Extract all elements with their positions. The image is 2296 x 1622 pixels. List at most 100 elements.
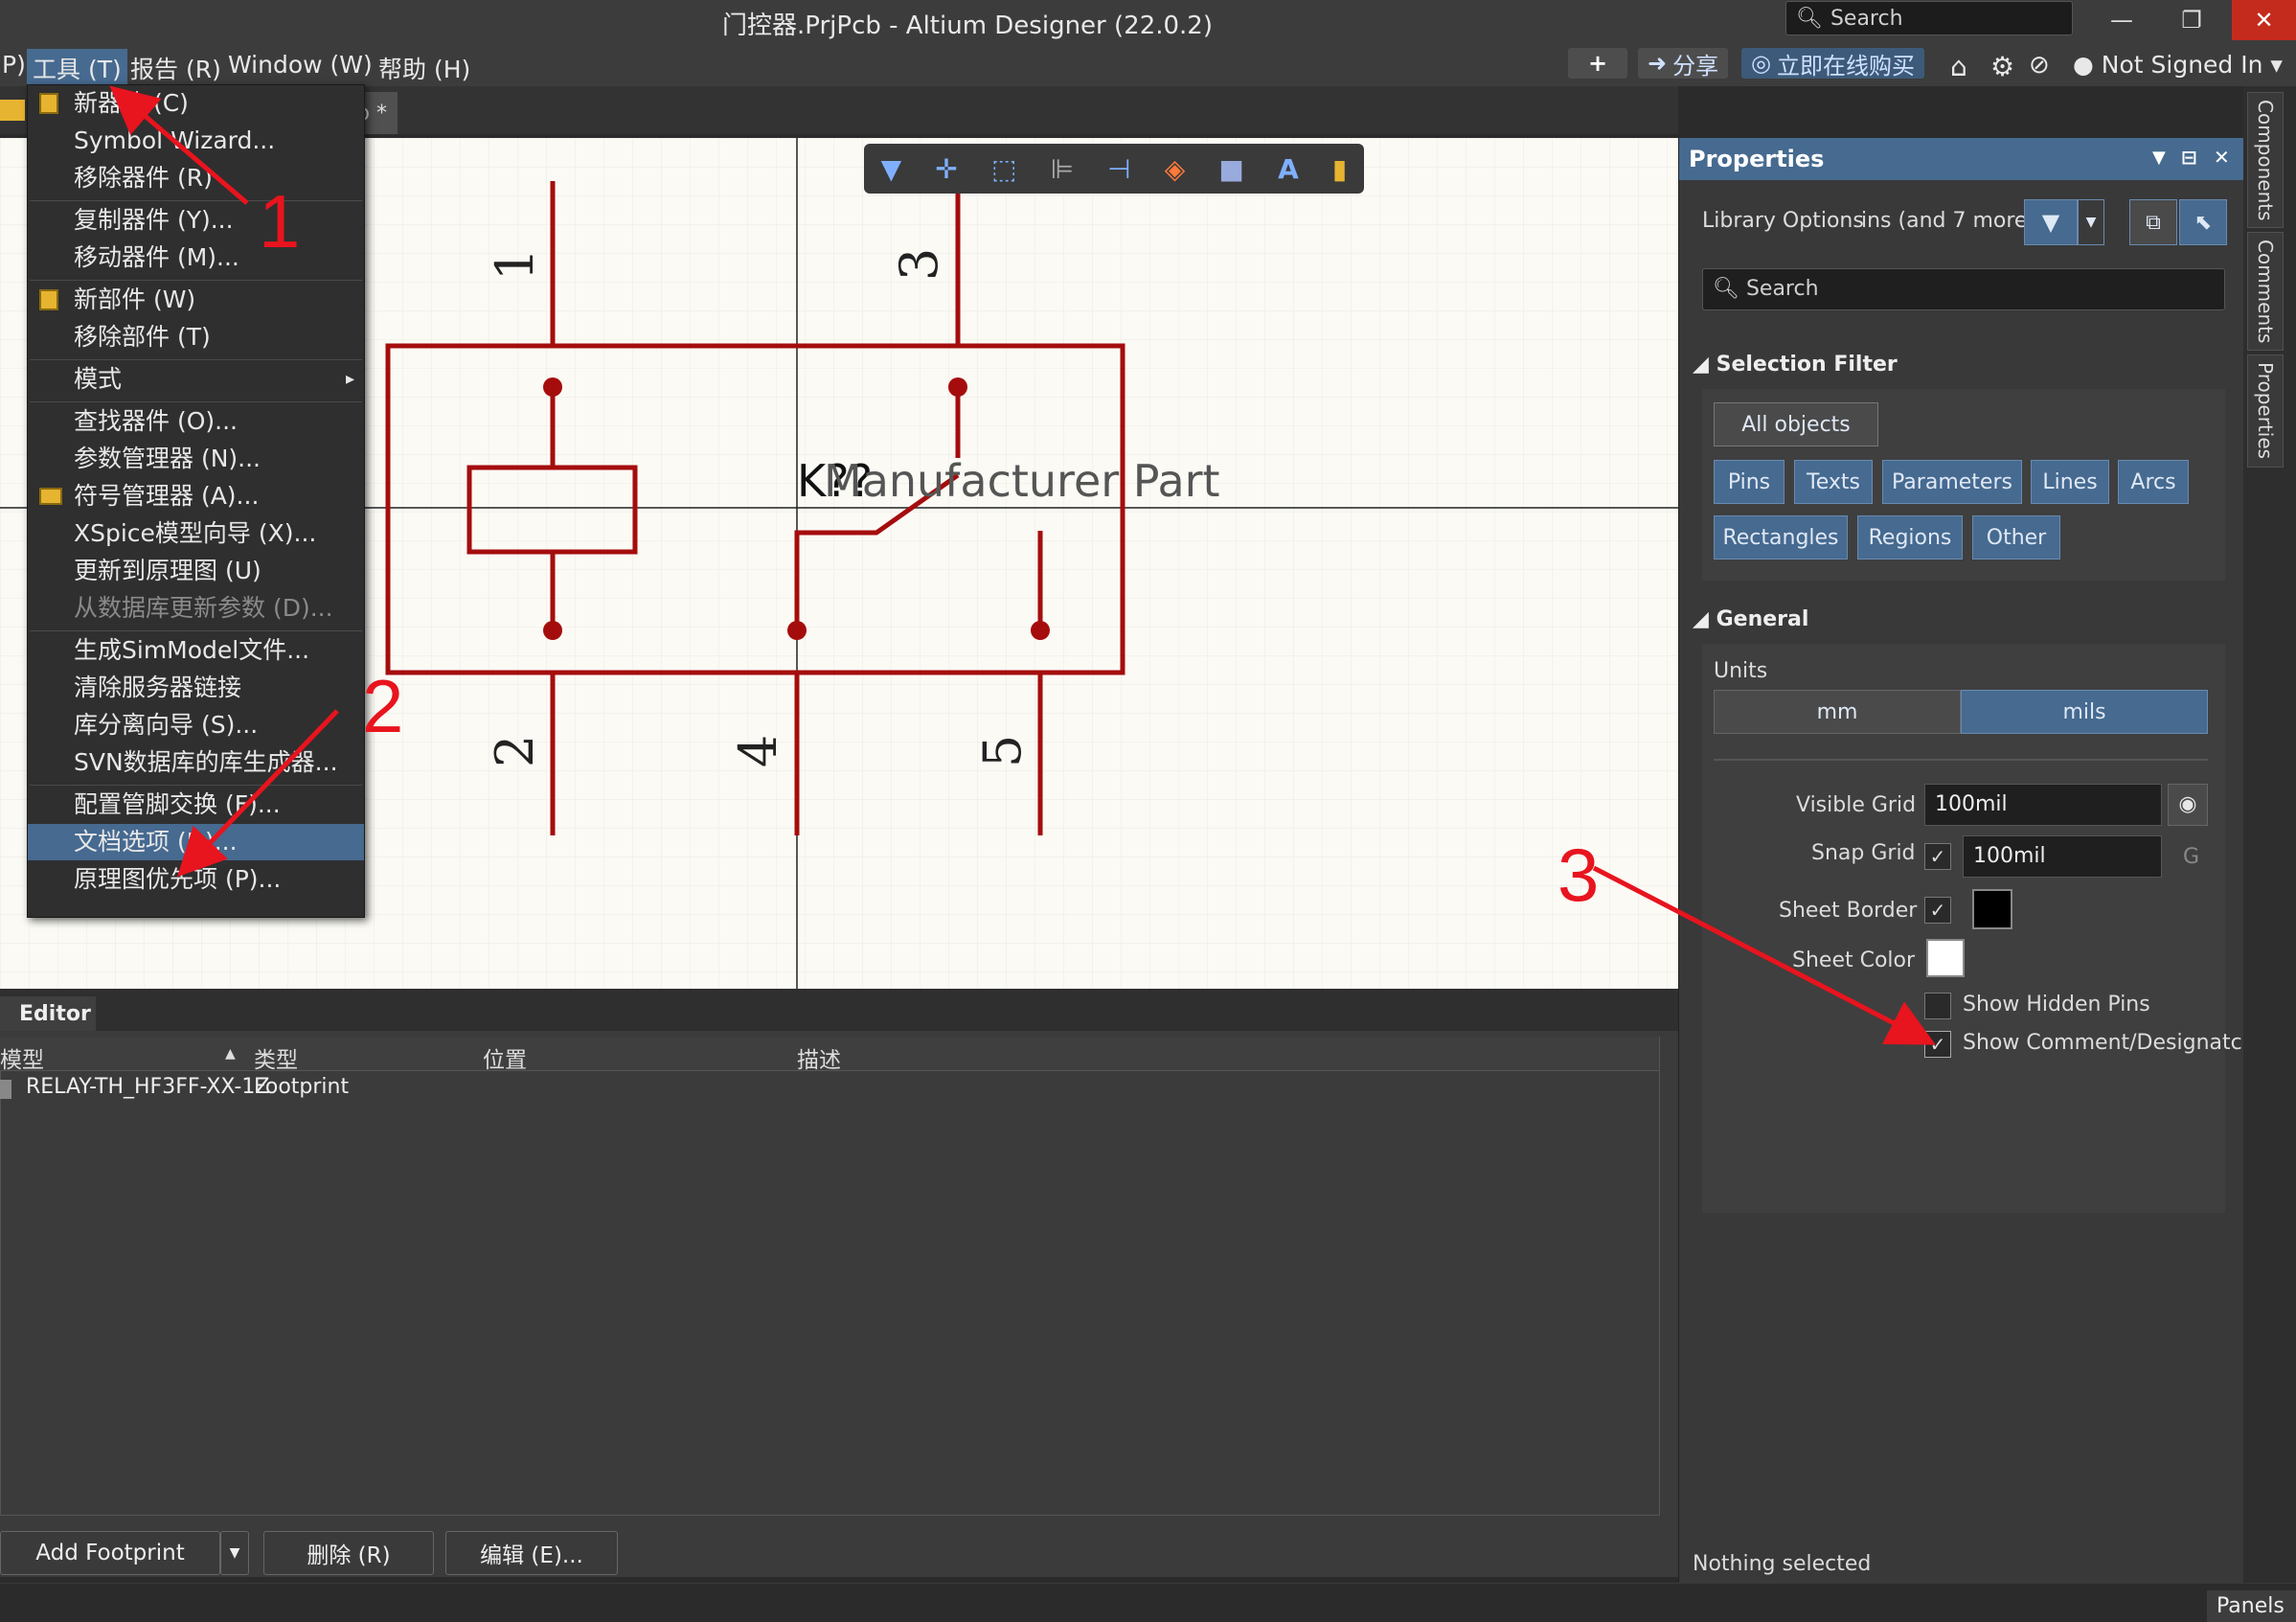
menu-item-copy-component[interactable]: 复制器件 (Y)... (28, 202, 364, 239)
global-search[interactable]: 🔍︎ Search (1785, 1, 2073, 35)
filter-dropdown-icon[interactable]: ▼ (2078, 199, 2104, 245)
share-button[interactable]: ➜ 分享 (1638, 48, 1729, 80)
menu-item-document-options[interactable]: 文档选项 (D)... (28, 824, 364, 860)
menu-item-parameter-manager[interactable]: 参数管理器 (N)... (28, 441, 364, 477)
gear-icon[interactable]: ⚙ (1985, 49, 2020, 84)
text-icon[interactable]: A (1278, 153, 1299, 185)
menu-item-update-to-schematic[interactable]: 更新到原理图 (U) (28, 553, 364, 589)
menu-item-move-component[interactable]: 移动器件 (M)... (28, 240, 364, 276)
general-heading[interactable]: ◢ General (1693, 607, 1808, 631)
properties-side-tab[interactable]: Properties (2247, 354, 2284, 468)
pin-label-2: 2 (485, 735, 545, 767)
sheet-border-color-swatch[interactable] (1972, 889, 2012, 929)
menu-help[interactable]: 帮助 (H) (373, 49, 476, 87)
visible-grid-input[interactable]: 100mil (1924, 784, 2162, 826)
menu-tools[interactable]: 工具 (T) (27, 49, 127, 87)
add-model-dropdown[interactable]: ▼ (220, 1531, 249, 1575)
show-hidden-pins-checkbox[interactable] (1924, 993, 1951, 1019)
comments-side-tab[interactable]: Comments (2247, 232, 2284, 351)
sheet-border-checkbox[interactable]: ✓ (1924, 897, 1951, 924)
column-model[interactable]: 模型 (0, 1041, 44, 1074)
filter-parameters-button[interactable]: Parameters (1882, 460, 2022, 504)
menu-item-xspice-wizard[interactable]: XSpice模型向导 (X)... (28, 515, 364, 552)
menu-item-configure-pin-swap[interactable]: 配置管脚交换 (F)... (28, 787, 364, 823)
part-icon[interactable]: ▮ (1332, 153, 1347, 185)
user-account[interactable]: ● Not Signed In ▾ (2067, 49, 2288, 80)
filter-icon[interactable]: ▼ (881, 153, 902, 185)
home-icon[interactable]: ⌂ (1944, 49, 1973, 84)
add-footprint-button[interactable]: Add Footprint (0, 1531, 220, 1575)
column-description[interactable]: 描述 (797, 1041, 841, 1074)
column-location[interactable]: 位置 (483, 1041, 527, 1074)
pin-label-3: 3 (889, 248, 949, 281)
filter-texts-button[interactable]: Texts (1794, 460, 1873, 504)
panel-menu-icon[interactable]: ▼ (2152, 148, 2166, 168)
edit-button[interactable]: 编辑 (E)... (445, 1531, 618, 1575)
select-rect-icon[interactable]: ⬚ (991, 153, 1016, 185)
show-comment-designator-label: Show Comment/Designatc (1963, 1031, 2242, 1055)
snap-grid-checkbox[interactable]: ✓ (1924, 843, 1951, 870)
menu-item-clear-server-links[interactable]: 清除服务器链接 (28, 670, 364, 706)
menu-item-symbol-wizard[interactable]: Symbol Wizard... (28, 123, 364, 159)
menu-window[interactable]: Window (W) (222, 49, 378, 80)
rectangle-icon[interactable]: ■ (1218, 153, 1243, 185)
buy-online-button[interactable]: ◎ 立即在线购买 (1741, 48, 1924, 80)
maximize-button[interactable]: ❐ (2163, 0, 2220, 40)
select-cursor-icon[interactable]: ⬉ (2179, 199, 2227, 245)
menu-item-svn-library-maker[interactable]: SVN数据库的库生成器... (28, 744, 364, 781)
comment-text: Manufacturer Part (824, 455, 1220, 507)
menu-item-find-component[interactable]: 查找器件 (O)... (28, 403, 364, 440)
filter-icon[interactable]: ▼ (2024, 199, 2078, 245)
align-icon[interactable]: ⊫ (1051, 153, 1074, 185)
editor-tab[interactable]: Editor (0, 996, 96, 1031)
search-icon: 🔍︎ (1796, 6, 1823, 31)
units-mm-button[interactable]: mm (1714, 690, 1961, 734)
panels-button[interactable]: Panels (2207, 1590, 2296, 1622)
menu-item-schematic-preferences[interactable]: 原理图优先项 (P)... (28, 861, 364, 898)
menu-item-mode[interactable]: 模式 ▸ (28, 361, 364, 398)
move-icon[interactable]: ✛ (935, 153, 957, 185)
filter-lines-button[interactable]: Lines (2031, 460, 2109, 504)
line-style-icon[interactable]: ◈ (1165, 153, 1186, 185)
show-comment-designator-checkbox[interactable]: ✓ (1924, 1031, 1951, 1058)
menu-item-new-part[interactable]: 新部件 (W) (28, 282, 364, 318)
snap-grid-label: Snap Grid (1811, 841, 1916, 865)
filter-rectangles-button[interactable]: Rectangles (1714, 515, 1848, 560)
close-window-button[interactable]: ✕ (2232, 0, 2296, 40)
properties-search[interactable]: 🔍︎ Search (1702, 268, 2225, 310)
menu-item-remove-component[interactable]: 移除器件 (R) (28, 160, 364, 196)
menu-item-new-component[interactable]: 新器件 (C) (28, 85, 364, 122)
menu-item-library-splitter[interactable]: 库分离向导 (S)... (28, 707, 364, 743)
units-mils-button[interactable]: mils (1961, 690, 2208, 734)
add-icon[interactable]: + (1568, 48, 1627, 79)
notification-off-icon[interactable]: ⊘ (2023, 49, 2056, 81)
pin-label-4: 4 (728, 735, 788, 767)
buy-label: 立即在线购买 (1776, 52, 1915, 80)
properties-panel: Properties ▼ ⊟ ✕ Library Options ins (an… (1678, 138, 2244, 1583)
title-bar: 门控器.PrjPcb - Altium Designer (22.0.2) 🔍︎… (0, 0, 2296, 43)
filter-arcs-button[interactable]: Arcs (2118, 460, 2189, 504)
filter-other-button[interactable]: Other (1972, 515, 2060, 560)
general-title: General (1716, 607, 1809, 631)
all-objects-button[interactable]: All objects (1714, 402, 1878, 446)
menu-reports[interactable]: 报告 (R) (125, 49, 227, 87)
eye-icon[interactable]: ◉ (2168, 784, 2208, 826)
menu-item-generate-simmodel[interactable]: 生成SimModel文件... (28, 632, 364, 669)
snap-grid-input[interactable]: 100mil (1963, 835, 2162, 878)
table-row[interactable]: RELAY-TH_HF3FF-XX-1Z Footprint (0, 1071, 1659, 1106)
minimize-button[interactable]: — (2093, 0, 2150, 40)
column-type[interactable]: 类型 (254, 1041, 298, 1074)
select-inside-icon[interactable]: ⧉ (2129, 199, 2177, 245)
components-side-tab[interactable]: Components (2247, 92, 2284, 228)
folder-icon (39, 488, 62, 505)
filter-regions-button[interactable]: Regions (1857, 515, 1963, 560)
close-panel-icon[interactable]: ✕ (2214, 146, 2230, 169)
pin-place-icon[interactable]: ⊣ (1107, 153, 1130, 185)
menu-item-symbol-manager[interactable]: 符号管理器 (A)... (28, 478, 364, 514)
pin-panel-icon[interactable]: ⊟ (2181, 146, 2197, 169)
sheet-color-swatch[interactable] (1926, 939, 1965, 977)
menu-item-remove-part[interactable]: 移除部件 (T) (28, 319, 364, 355)
selection-filter-heading[interactable]: ◢ Selection Filter (1693, 353, 1898, 377)
delete-button[interactable]: 删除 (R) (263, 1531, 434, 1575)
filter-pins-button[interactable]: Pins (1714, 460, 1785, 504)
